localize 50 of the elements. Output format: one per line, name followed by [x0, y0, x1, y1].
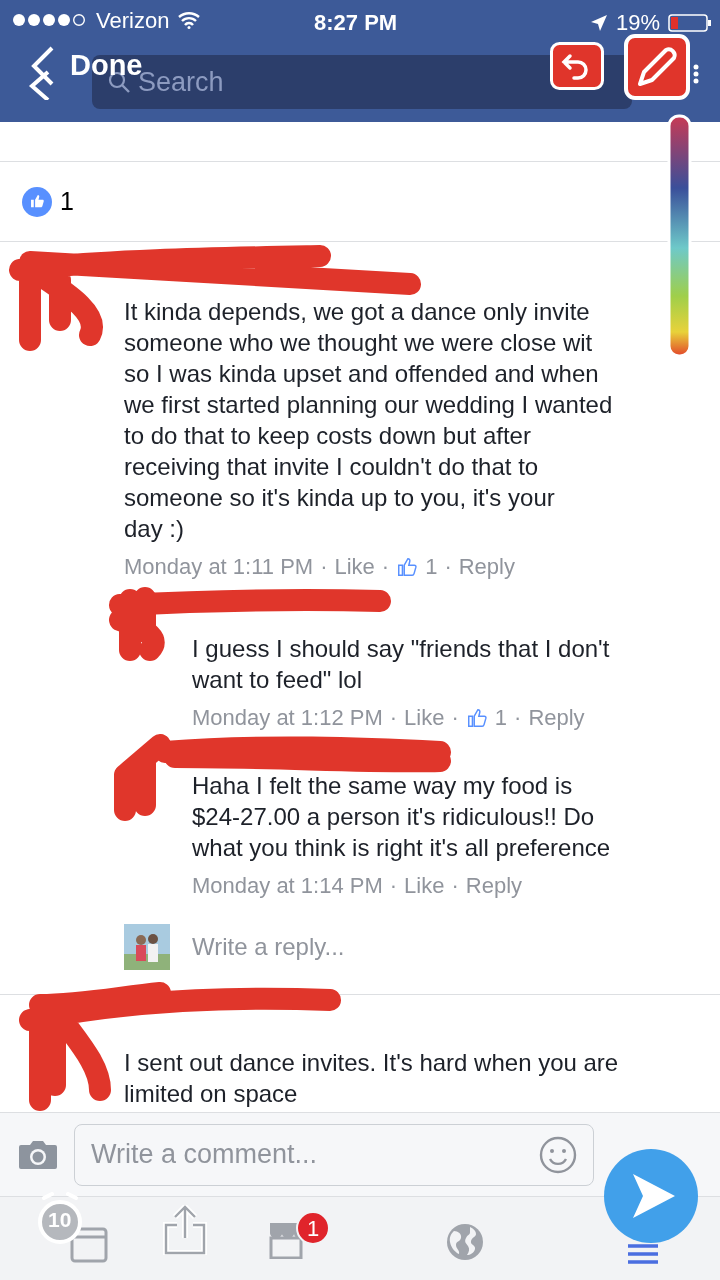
menu-icon[interactable] — [628, 1243, 658, 1265]
separator-dot: · — [389, 704, 398, 732]
thumbs-up-icon — [465, 706, 488, 729]
reply-link[interactable]: Reply — [528, 701, 585, 734]
back-chevron-icon[interactable] — [28, 46, 56, 100]
more-dots-icon[interactable] — [692, 64, 700, 84]
emoji-icon[interactable] — [539, 1135, 577, 1174]
battery-icon — [668, 12, 712, 33]
timer-count: 10 — [48, 1208, 72, 1232]
clock-time: 8:27 PM — [314, 9, 398, 37]
thumbs-up-icon — [396, 555, 419, 578]
like-reaction-icon — [22, 186, 52, 217]
send-button-icon[interactable] — [603, 1148, 699, 1244]
like-count: 1 — [425, 553, 438, 581]
separator-dot: · — [444, 553, 452, 581]
comment-time: Monday at 1:14 PM — [192, 872, 383, 900]
comment-text: It kinda depends, we got a dance only invite someone who we thought we were close wit so I was kinda upset and offended and when we first started planning our wedding I wanted to do that to keep costs down but after receiving that invite I couldn't do that to someone so it's kinda up to you, it's your day :) — [124, 297, 614, 544]
undo-button-icon[interactable] — [550, 42, 604, 90]
like-link[interactable]: Like — [404, 701, 445, 734]
like-link[interactable]: Like — [404, 869, 445, 902]
separator-dot: · — [320, 553, 328, 581]
carrier-name: Verizon — [96, 6, 170, 35]
share-icon[interactable] — [162, 1205, 208, 1255]
comment-input-field[interactable]: Write a comment... — [74, 1123, 594, 1186]
comment-text: I guess I should say "friends that I don't want to feed" lol — [192, 634, 611, 695]
camera-icon[interactable] — [18, 1138, 58, 1171]
comment-text: I sent out dance invites. It's hard when you are limited on space — [124, 1048, 620, 1109]
pencil-button-icon[interactable] — [624, 34, 690, 100]
like-count: 1 — [494, 704, 508, 732]
reply-field[interactable]: Write a reply... — [192, 929, 345, 965]
separator-dot: · — [451, 704, 459, 732]
battery-percent: 19% — [615, 9, 660, 37]
wifi-icon — [177, 11, 202, 29]
reaction-count: 1 — [60, 185, 74, 217]
comment-time: Monday at 1:11 PM — [124, 553, 314, 581]
signal-icon — [12, 13, 88, 27]
tabs-icon[interactable] — [70, 1227, 108, 1263]
color-palette-strip[interactable] — [667, 114, 692, 358]
separator-dot: · — [451, 872, 459, 900]
reply-link[interactable]: Reply — [458, 550, 515, 583]
location-arrow-icon — [589, 13, 608, 32]
separator-dot: · — [389, 872, 398, 900]
separator-dot: · — [514, 704, 522, 732]
globe-icon[interactable] — [446, 1223, 484, 1261]
notification-badge: 1 — [296, 1211, 330, 1245]
like-link[interactable]: Like — [334, 550, 375, 583]
separator-dot: · — [381, 553, 390, 581]
comment-time: Monday at 1:12 PM — [192, 704, 383, 732]
reply-link[interactable]: Reply — [465, 869, 523, 902]
comment-text: Haha I felt the same way my food is $24-27.00 a person it's ridiculous!! Do what you think is right it's all preference — [192, 771, 612, 863]
